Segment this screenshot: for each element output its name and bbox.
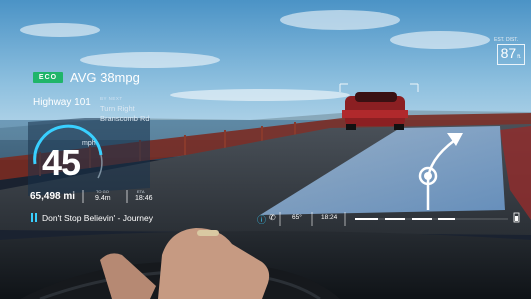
ring	[197, 230, 219, 236]
eta-label: ETA	[137, 189, 145, 194]
speed-unit: mph	[82, 140, 96, 147]
nav-street-name: Branscomb Rd	[100, 114, 150, 123]
pause-icon[interactable]	[31, 213, 38, 222]
to-go-label: TO GO	[96, 189, 109, 194]
lead-car	[342, 92, 408, 130]
avg-mpg: AVG 38mpg	[70, 70, 140, 85]
est-dist-label: EST. DIST.	[494, 37, 519, 43]
now-playing: Don't Stop Believin' - Journey	[42, 213, 153, 223]
est-dist-value: 87	[500, 45, 517, 61]
phone-icon[interactable]: ✆	[269, 213, 276, 222]
nav-position-dot	[424, 172, 432, 180]
clock: 18:24	[321, 214, 338, 221]
hud-scene: ECO AVG 38mpg Highway 101 BY NEXT Turn R…	[0, 0, 531, 299]
odometer: 65,498 mi	[30, 191, 76, 202]
nav-next-label: BY NEXT	[100, 96, 123, 101]
temperature: 65°	[292, 214, 302, 221]
est-dist-box: 87 ft.	[497, 44, 525, 65]
route-name: Highway 101	[33, 97, 91, 108]
battery-level	[515, 216, 518, 221]
speed-value: 45	[42, 142, 81, 183]
eta-value: 18:46	[135, 195, 153, 202]
to-go-value: 9.4m	[95, 195, 111, 202]
info-icon[interactable]: ⓘ	[257, 213, 266, 226]
est-dist-unit: ft.	[517, 54, 522, 60]
eco-badge: ECO	[33, 72, 63, 83]
nav-turn-instruction: Turn Right	[100, 104, 135, 113]
